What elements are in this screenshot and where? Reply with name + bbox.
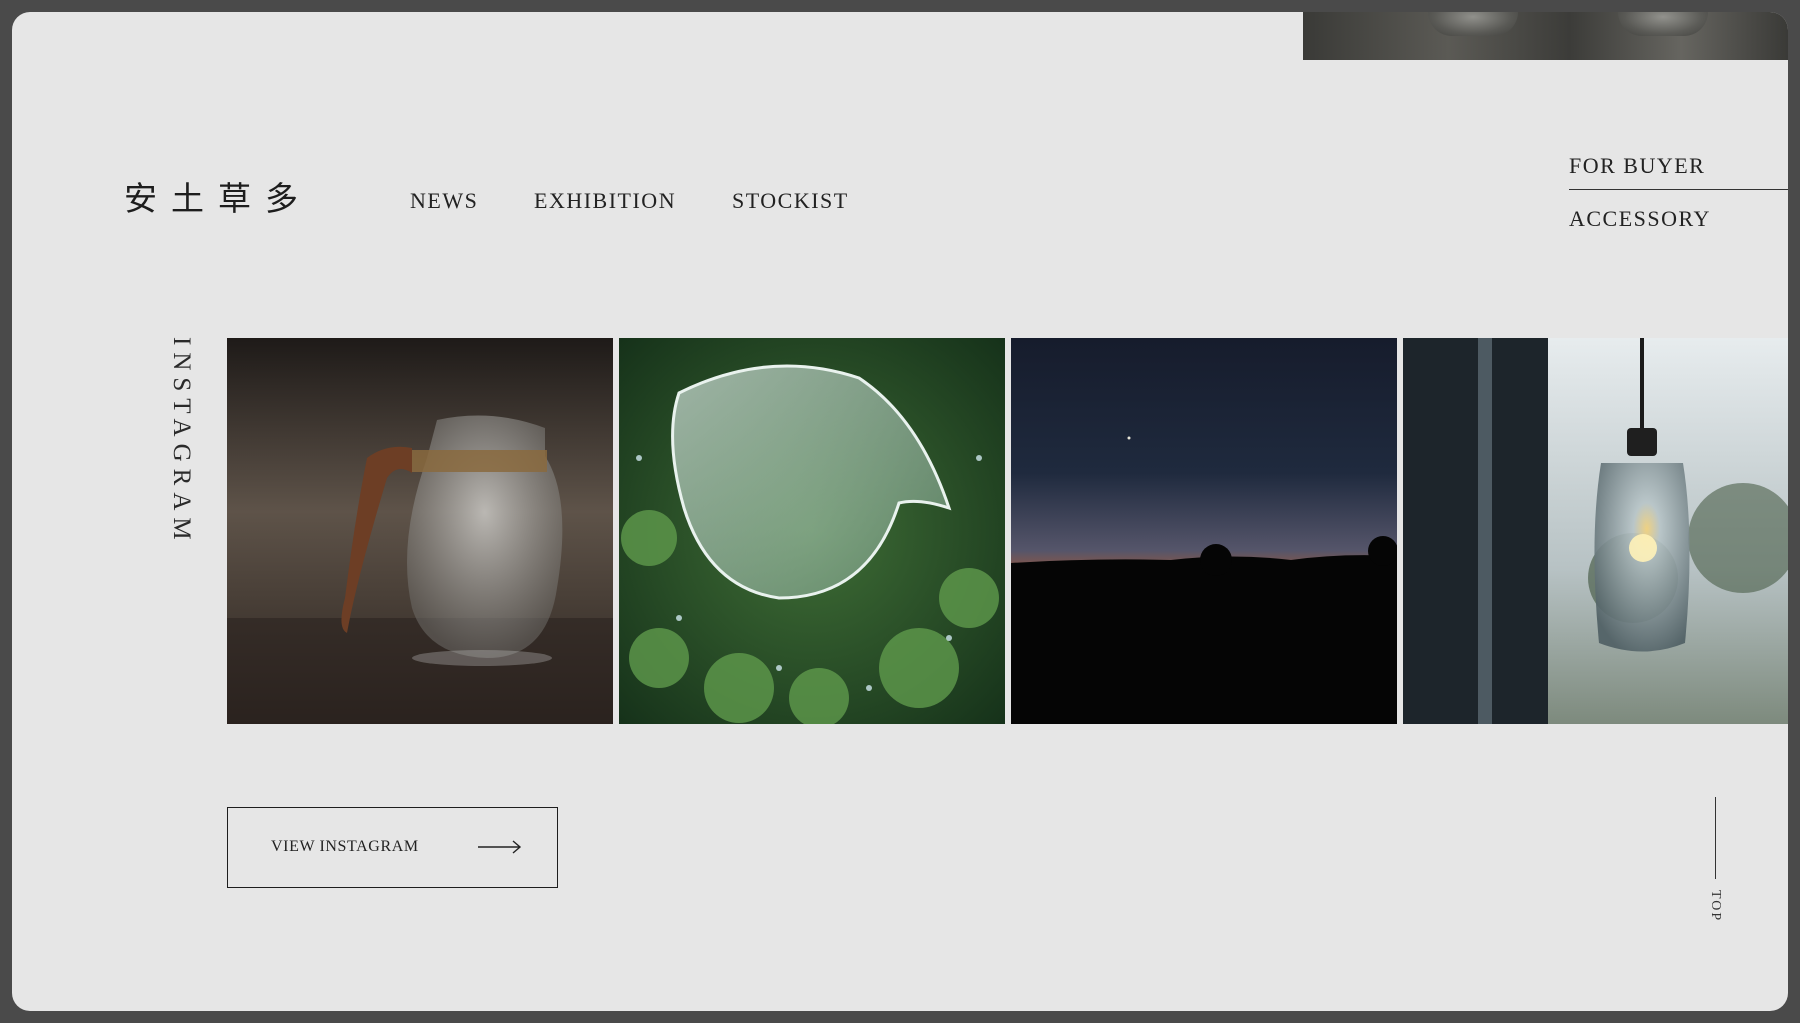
nav-item-news[interactable]: NEWS	[410, 188, 478, 214]
back-to-top-line	[1715, 797, 1716, 879]
pendant-lamp-photo	[1403, 338, 1788, 724]
view-instagram-label: VIEW INSTAGRAM	[271, 838, 419, 855]
sunset-photo	[1011, 338, 1397, 724]
glass-photo-detail	[1618, 12, 1708, 36]
instagram-post[interactable]	[1011, 338, 1397, 724]
nav-item-accessory[interactable]: ACCESSORY	[1569, 206, 1711, 232]
glass-bowl-photo	[619, 338, 1005, 724]
arrow-right-icon	[478, 840, 522, 854]
header-photo-strip	[1303, 12, 1788, 60]
instagram-post[interactable]	[1403, 338, 1788, 724]
nav-item-exhibition[interactable]: EXHIBITION	[534, 188, 676, 214]
page-frame: 安土草多 NEWS EXHIBITION STOCKIST FOR BUYER …	[12, 12, 1788, 1011]
instagram-post[interactable]	[619, 338, 1005, 724]
view-instagram-button[interactable]: VIEW INSTAGRAM	[227, 807, 558, 888]
glass-photo-detail	[1428, 12, 1518, 36]
sub-nav-divider	[1569, 189, 1788, 190]
brand-logo[interactable]: 安土草多	[124, 172, 312, 220]
pitcher-photo	[227, 338, 613, 724]
back-to-top-link[interactable]: TOP	[1704, 797, 1728, 927]
nav-item-stockist[interactable]: STOCKIST	[732, 188, 849, 214]
back-to-top-label: TOP	[1708, 890, 1723, 923]
instagram-section-label: INSTAGRAM	[168, 337, 195, 547]
instagram-post[interactable]	[227, 338, 613, 724]
nav-item-for-buyer[interactable]: FOR BUYER	[1569, 153, 1705, 179]
